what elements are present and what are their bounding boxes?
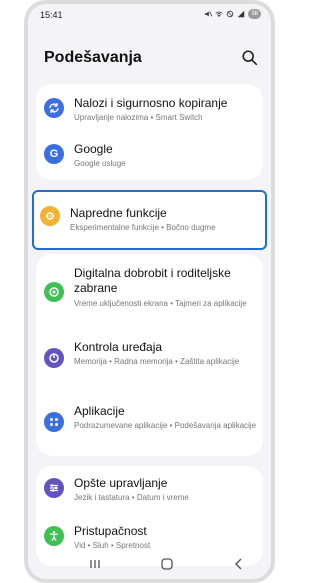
status-icons: 38 xyxy=(204,9,261,19)
item-label: Google xyxy=(74,142,113,156)
item-subtitle: Podrazumevane aplikacije • Podešavanja a… xyxy=(74,421,257,430)
navigation-bar xyxy=(28,549,271,579)
status-bar: 15:41 38 xyxy=(28,4,271,26)
item-subtitle: Memorija • Radna memorija • Zaštita apli… xyxy=(74,357,240,366)
battery-icon: 38 xyxy=(248,9,261,19)
settings-item-apps[interactable]: Aplikacije Podrazumevane aplikacije • Po… xyxy=(36,400,263,450)
item-label: Digitalna dobrobit i roditeljske zabrane xyxy=(74,266,231,295)
settings-card-accounts: Nalozi i sigurnosno kopiranje Upravljanj… xyxy=(36,84,263,180)
sync-icon xyxy=(44,98,64,118)
settings-card-advanced: Napredne funkcije Eksperimentalne funkci… xyxy=(32,190,267,250)
settings-item-google[interactable]: G Google Google usluge xyxy=(36,138,263,174)
settings-screen: 15:41 38 Podešavanja Nalozi i sigurnosno… xyxy=(28,4,271,579)
apps-icon xyxy=(44,412,64,432)
wifi-icon xyxy=(215,11,223,17)
blocked-icon xyxy=(227,10,234,18)
accessibility-icon xyxy=(44,526,64,546)
item-label: Pristupačnost xyxy=(74,524,147,538)
recents-icon[interactable] xyxy=(88,557,102,571)
item-subtitle: Eksperimentalne funkcije • Bočno dugme xyxy=(70,223,216,232)
item-subtitle: Upravljanje nalozima • Smart Switch xyxy=(74,113,203,122)
device-care-icon xyxy=(44,348,64,368)
settings-item-accounts-backup[interactable]: Nalozi i sigurnosno kopiranje Upravljanj… xyxy=(36,92,263,128)
settings-item-advanced-features[interactable]: Napredne funkcije Eksperimentalne funkci… xyxy=(34,198,265,240)
settings-item-general-management[interactable]: Opšte upravljanje Jezik i tastatura • Da… xyxy=(36,472,263,508)
item-subtitle: Jezik i tastatura • Datum i vreme xyxy=(74,493,189,502)
phone-frame: 15:41 38 Podešavanja Nalozi i sigurnosno… xyxy=(24,0,275,583)
settings-card-device: Digitalna dobrobit i roditeljske zabrane… xyxy=(36,254,263,456)
item-label: Aplikacije xyxy=(74,404,125,418)
signal-icon xyxy=(238,10,245,18)
page-title: Podešavanja xyxy=(44,49,142,66)
settings-item-device-care[interactable]: Kontrola uređaja Memorija • Radna memori… xyxy=(36,336,263,386)
mute-icon xyxy=(205,11,213,17)
sliders-icon xyxy=(44,478,64,498)
header: Podešavanja xyxy=(44,49,259,73)
gear-plus-icon xyxy=(40,206,60,226)
back-icon[interactable] xyxy=(232,557,246,571)
item-label: Opšte upravljanje xyxy=(74,476,168,490)
item-label: Kontrola uređaja xyxy=(74,340,163,354)
search-icon[interactable] xyxy=(241,49,259,67)
google-icon: G xyxy=(44,144,64,164)
status-time: 15:41 xyxy=(40,10,63,20)
wellbeing-icon xyxy=(44,282,64,302)
item-label: Nalozi i sigurnosno kopiranje xyxy=(74,96,228,110)
home-icon[interactable] xyxy=(160,557,174,571)
item-subtitle: Google usluge xyxy=(74,159,126,168)
item-label: Napredne funkcije xyxy=(70,206,167,220)
settings-item-digital-wellbeing[interactable]: Digitalna dobrobit i roditeljske zabrane… xyxy=(36,262,263,322)
item-subtitle: Vreme uključenosti ekrana • Tajmeri za a… xyxy=(74,299,247,308)
